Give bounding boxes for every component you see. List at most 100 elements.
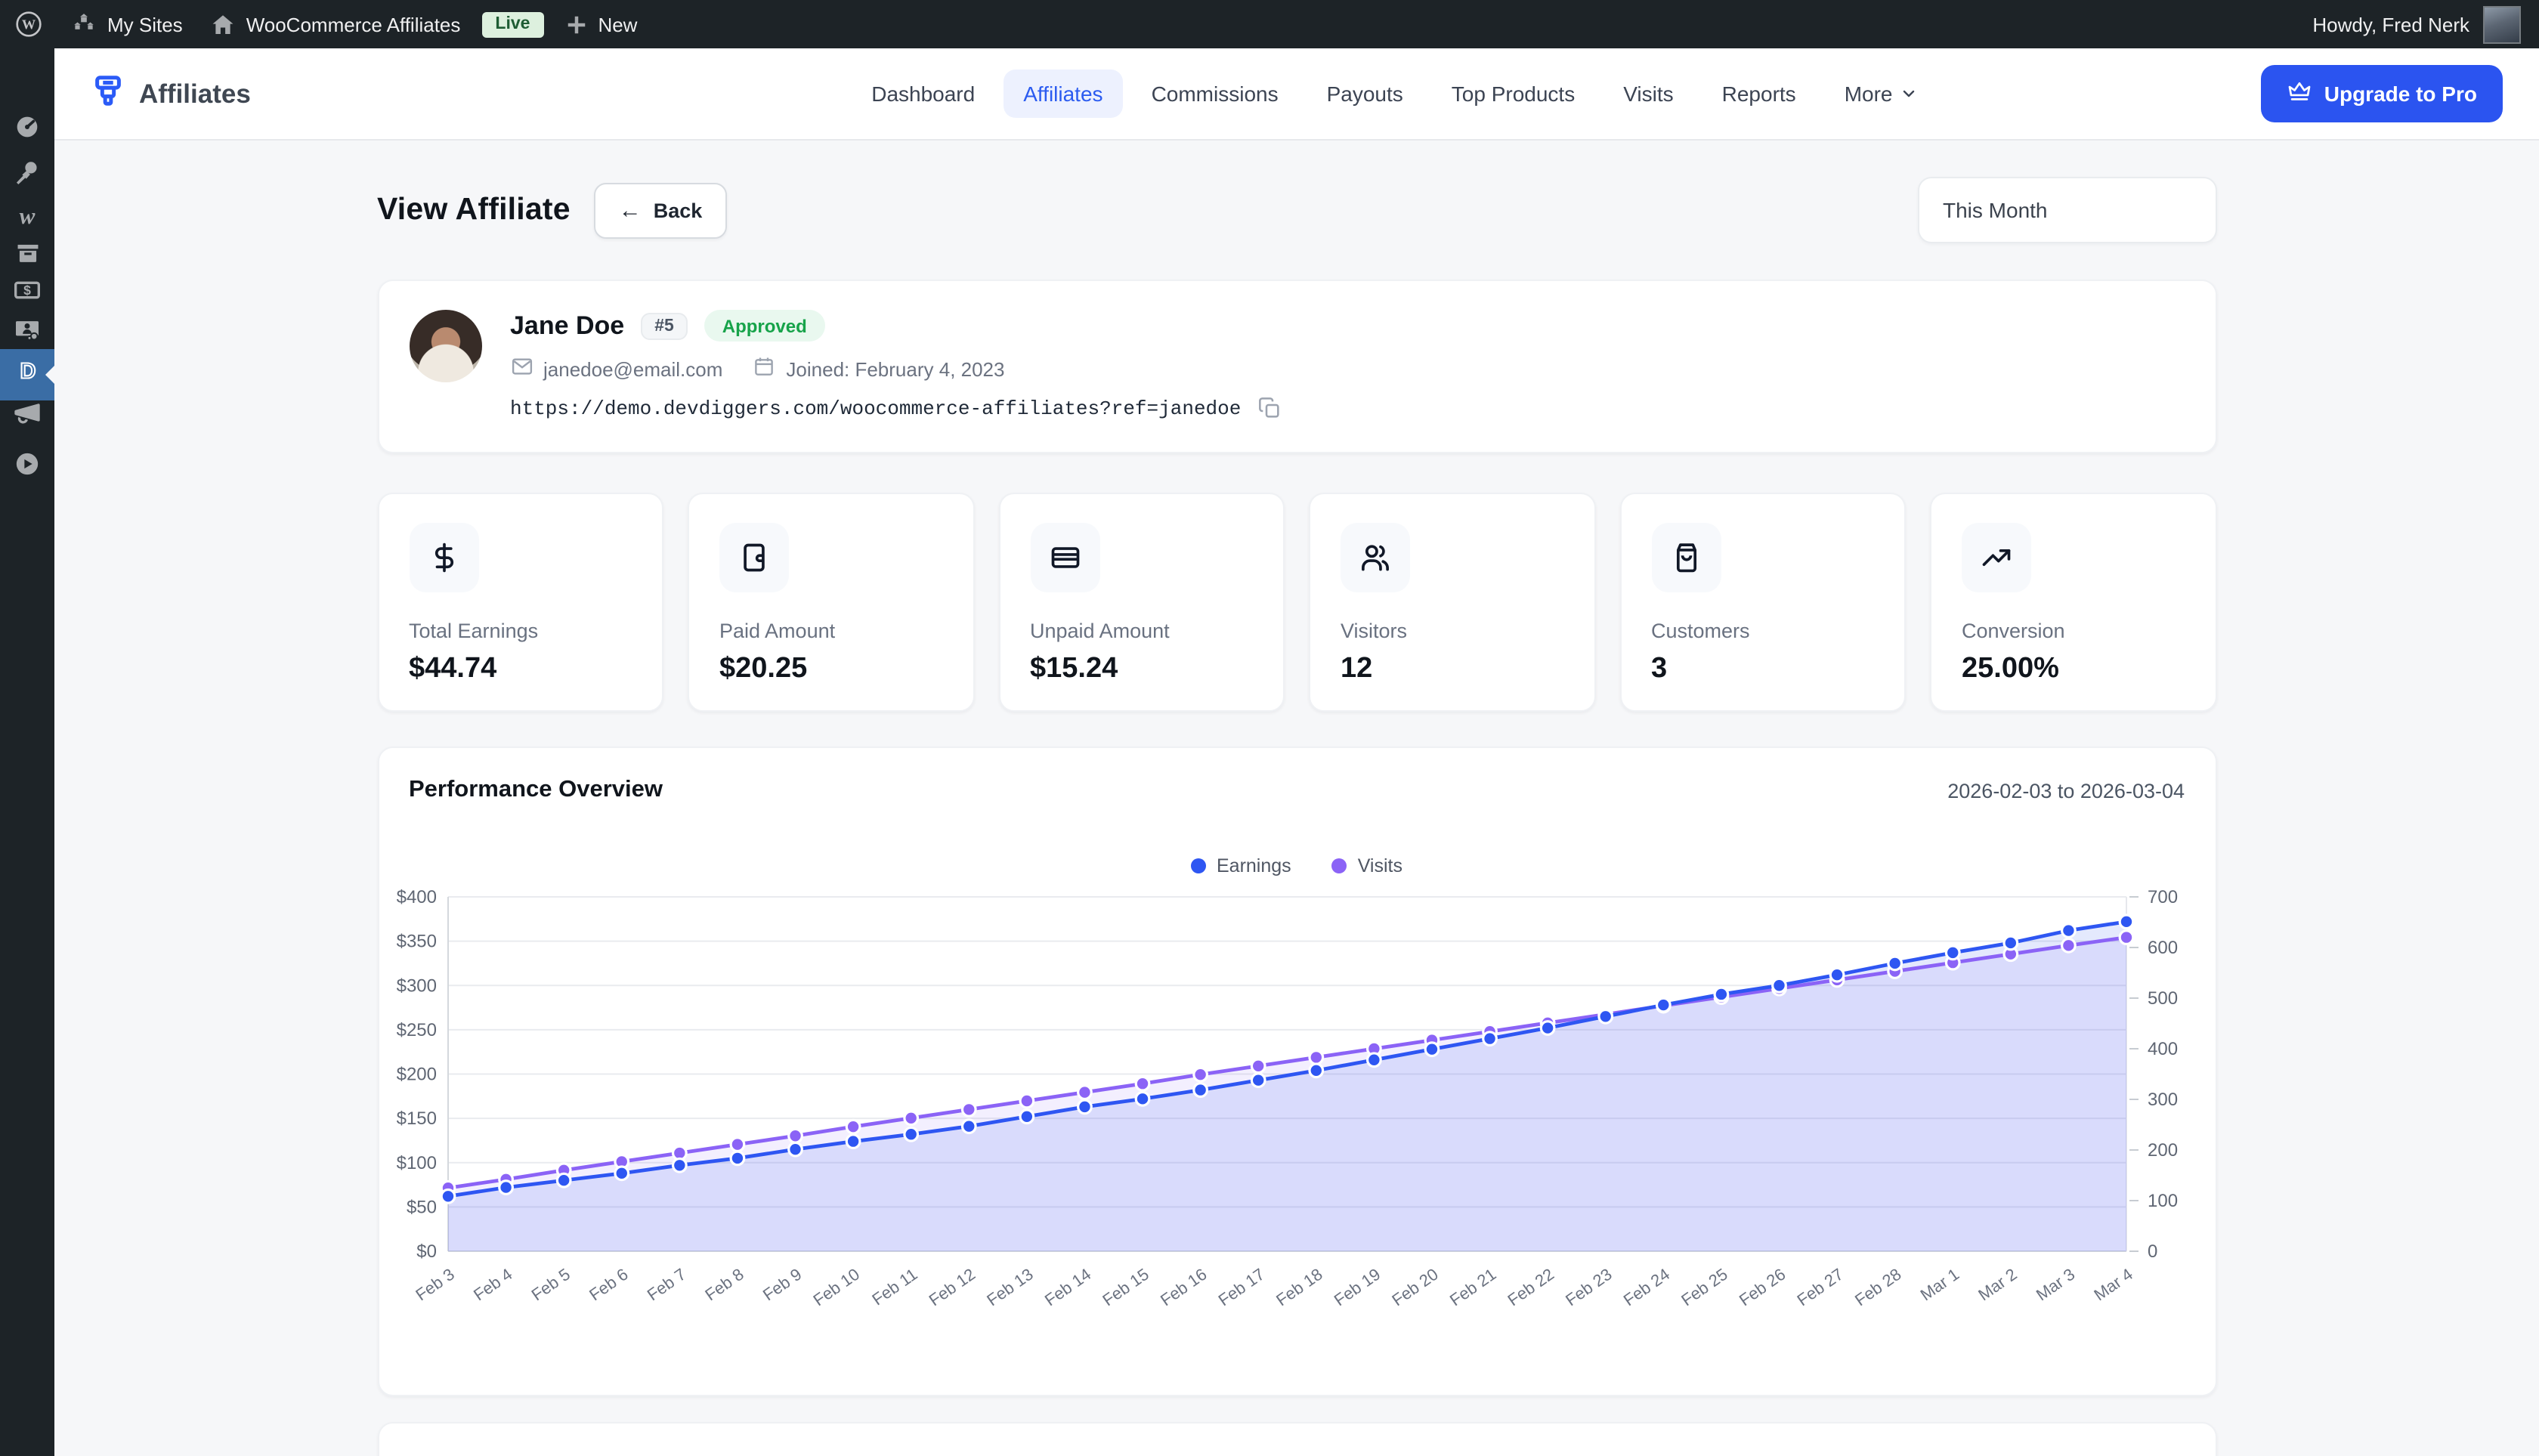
pushpin-icon bbox=[13, 159, 42, 195]
stat-label: Visitors bbox=[1341, 620, 1563, 642]
svg-text:$200: $200 bbox=[396, 1065, 436, 1085]
dashboard-icon bbox=[12, 111, 42, 149]
svg-text:Mar 4: Mar 4 bbox=[2089, 1265, 2135, 1305]
nav-item-visits[interactable]: Visits bbox=[1603, 70, 1693, 118]
brand-label: Affiliates bbox=[139, 78, 251, 110]
svg-text:400: 400 bbox=[2147, 1039, 2177, 1059]
crown-icon bbox=[2287, 79, 2312, 109]
account-menu[interactable]: Howdy, Fred Nerk bbox=[2312, 0, 2539, 48]
svg-text:600: 600 bbox=[2147, 938, 2177, 958]
trending-up-icon bbox=[1962, 523, 2031, 592]
svg-text:Feb 3: Feb 3 bbox=[411, 1265, 456, 1305]
status-badge: Approved bbox=[704, 310, 825, 342]
nav-item-affiliates[interactable]: Affiliates bbox=[1004, 70, 1122, 118]
svg-text:700: 700 bbox=[2147, 887, 2177, 907]
stat-card: Unpaid Amount $15.24 bbox=[998, 493, 1285, 712]
back-button[interactable]: ← Back bbox=[595, 182, 727, 238]
svg-text:Feb 5: Feb 5 bbox=[527, 1265, 573, 1305]
svg-text:$: $ bbox=[23, 282, 31, 297]
nav-item-more[interactable]: More bbox=[1825, 70, 1938, 118]
svg-text:Mar 2: Mar 2 bbox=[1974, 1265, 2019, 1305]
nav-item-payouts[interactable]: Payouts bbox=[1307, 70, 1423, 118]
copy-url-icon[interactable] bbox=[1257, 396, 1282, 420]
svg-text:Mar 3: Mar 3 bbox=[2032, 1265, 2077, 1305]
svg-text:$300: $300 bbox=[396, 975, 436, 996]
nav-item-commissions[interactable]: Commissions bbox=[1132, 70, 1298, 118]
svg-text:Feb 4: Feb 4 bbox=[469, 1265, 515, 1305]
stat-label: Conversion bbox=[1962, 620, 2185, 642]
performance-chart: $0$50$100$150$200$250$300$350$4000100200… bbox=[379, 748, 2218, 1398]
wp-admin-bar: W My Sites WooCommerce Affiliates Live N… bbox=[0, 0, 2539, 48]
svg-text:W: W bbox=[22, 17, 36, 32]
new-content-menu[interactable]: New bbox=[551, 0, 651, 48]
wp-admin-sidebar: w$D bbox=[0, 48, 54, 1456]
svg-text:Feb 26: Feb 26 bbox=[1735, 1265, 1788, 1310]
shopping-bag-icon bbox=[1651, 523, 1721, 592]
credit-card-icon bbox=[1030, 523, 1099, 592]
upgrade-to-pro-button[interactable]: Upgrade to Pro bbox=[2261, 65, 2503, 122]
main-nav: Dashboard Affiliates Commissions Payouts… bbox=[529, 70, 2261, 118]
my-sites-label: My Sites bbox=[107, 13, 183, 36]
svg-text:w: w bbox=[20, 202, 36, 228]
upgrade-label: Upgrade to Pro bbox=[2324, 82, 2477, 106]
referral-url: https://demo.devdiggers.com/woocommerce-… bbox=[510, 397, 1241, 419]
svg-text:Feb 25: Feb 25 bbox=[1677, 1265, 1730, 1310]
stat-value: 12 bbox=[1341, 653, 1563, 686]
my-sites-icon bbox=[71, 11, 97, 37]
svg-text:Feb 8: Feb 8 bbox=[700, 1265, 746, 1305]
stat-value: 3 bbox=[1651, 653, 1874, 686]
svg-text:Feb 12: Feb 12 bbox=[925, 1265, 978, 1310]
sidebar-item-dashboard[interactable] bbox=[0, 104, 54, 156]
stat-card: Total Earnings $44.74 bbox=[377, 493, 663, 712]
wordpress-logo-icon: W bbox=[14, 9, 44, 39]
my-sites-menu[interactable]: My Sites bbox=[57, 0, 196, 48]
affiliate-email: janedoe@email.com bbox=[510, 355, 722, 382]
svg-text:Feb 23: Feb 23 bbox=[1561, 1265, 1614, 1310]
wallet-icon bbox=[719, 523, 789, 592]
svg-text:$400: $400 bbox=[396, 887, 436, 907]
plugin-header: Affiliates Dashboard Affiliates Commissi… bbox=[54, 48, 2539, 141]
play-circle-icon bbox=[12, 448, 42, 486]
plus-icon bbox=[564, 13, 587, 36]
mail-icon bbox=[510, 355, 533, 382]
svg-text:Feb 11: Feb 11 bbox=[867, 1265, 920, 1309]
affiliate-avatar bbox=[409, 310, 481, 382]
svg-text:$100: $100 bbox=[396, 1153, 436, 1173]
svg-text:Feb 15: Feb 15 bbox=[1098, 1265, 1151, 1310]
period-filter-select[interactable]: This Month bbox=[1917, 177, 2216, 243]
svg-text:$0: $0 bbox=[416, 1241, 436, 1262]
howdy-text: Howdy, Fred Nerk bbox=[2312, 13, 2469, 36]
sidebar-item-play-circle[interactable] bbox=[0, 441, 54, 493]
affiliate-joined: Joined: February 4, 2023 bbox=[753, 355, 1004, 382]
svg-text:Feb 17: Feb 17 bbox=[1214, 1265, 1267, 1310]
site-menu[interactable]: WooCommerce Affiliates bbox=[196, 0, 475, 48]
svg-text:Feb 24: Feb 24 bbox=[1619, 1265, 1672, 1310]
nav-item-reports[interactable]: Reports bbox=[1702, 70, 1816, 118]
sidebar-item-megaphone[interactable] bbox=[0, 390, 54, 441]
svg-text:$350: $350 bbox=[396, 932, 436, 952]
svg-text:500: 500 bbox=[2147, 988, 2177, 1009]
nav-item-dashboard[interactable]: Dashboard bbox=[852, 70, 994, 118]
stat-label: Unpaid Amount bbox=[1030, 620, 1253, 642]
svg-text:$250: $250 bbox=[396, 1020, 436, 1040]
megaphone-icon bbox=[12, 397, 42, 434]
svg-text:Feb 7: Feb 7 bbox=[643, 1265, 688, 1305]
environment-badge: Live bbox=[481, 11, 543, 37]
affiliate-name: Jane Doe bbox=[510, 311, 624, 341]
stat-value: $15.24 bbox=[1030, 653, 1253, 686]
user-avatar bbox=[2483, 5, 2521, 43]
screen: W My Sites WooCommerce Affiliates Live N… bbox=[0, 0, 2539, 1456]
svg-text:300: 300 bbox=[2147, 1090, 2177, 1110]
stat-value: $44.74 bbox=[409, 653, 632, 686]
svg-text:0: 0 bbox=[2147, 1241, 2157, 1262]
svg-text:Feb 6: Feb 6 bbox=[585, 1265, 630, 1305]
stat-label: Customers bbox=[1651, 620, 1874, 642]
nav-item-top-products[interactable]: Top Products bbox=[1432, 70, 1594, 118]
svg-text:100: 100 bbox=[2147, 1191, 2177, 1211]
site-name: WooCommerce Affiliates bbox=[246, 13, 461, 36]
dollar-sign-icon bbox=[409, 523, 478, 592]
svg-text:Feb 14: Feb 14 bbox=[1041, 1265, 1093, 1310]
id-card-icon bbox=[12, 314, 42, 351]
wp-logo-menu[interactable]: W bbox=[0, 0, 57, 48]
svg-text:Feb 21: Feb 21 bbox=[1446, 1265, 1498, 1310]
